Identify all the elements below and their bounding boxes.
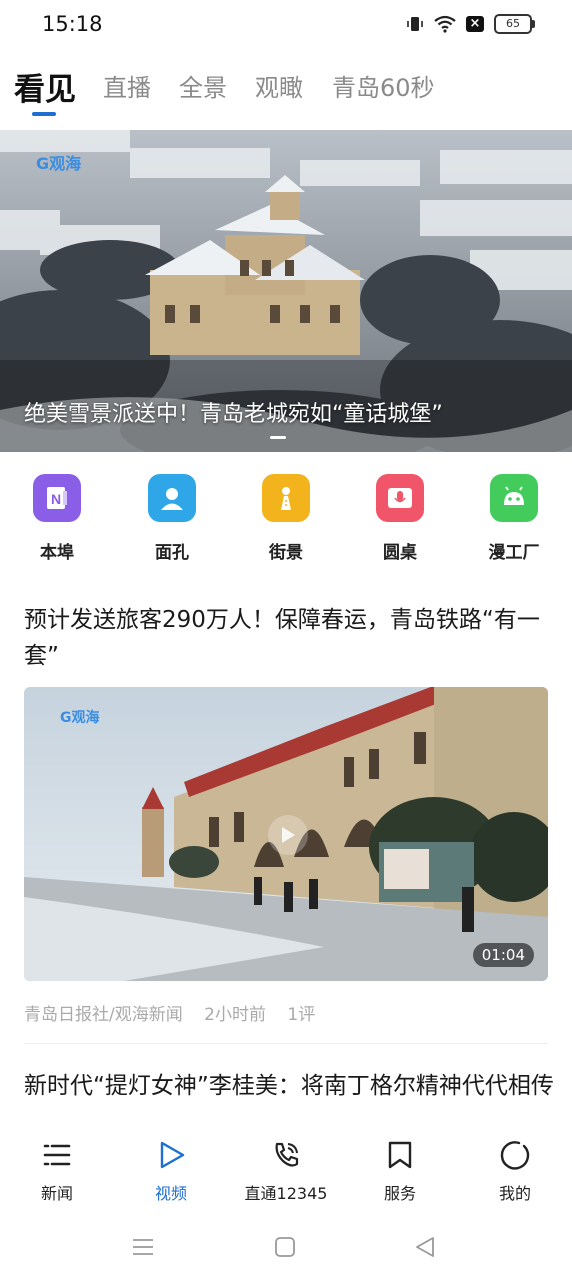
tab-aerial[interactable]: 观瞰 [255, 68, 303, 103]
vibrate-icon [407, 17, 423, 31]
bottom-nav: 新闻 视频 直通12345 服务 我的 [0, 1118, 572, 1218]
quick-link-label: 本埠 [40, 543, 74, 563]
svg-text:N: N [51, 491, 61, 507]
video-watermark-logo: G观海 [60, 710, 100, 726]
microphone-icon [376, 474, 424, 522]
article-source: 青岛日报社/观海新闻 [24, 1005, 183, 1025]
quick-link-label: 漫工厂 [488, 543, 540, 563]
battery-icon: 65 [494, 14, 535, 34]
video-duration: 01:04 [472, 943, 534, 967]
hero-banner[interactable]: G观海 绝美雪景派送中！青岛老城宛如“童话城堡” [0, 130, 572, 452]
quick-link-label: 面孔 [155, 543, 189, 563]
menu-icon[interactable] [132, 1236, 154, 1258]
divider [24, 1043, 548, 1044]
article-title[interactable]: 预计发送旅客290万人！保障春运，青岛铁路“有一套” [24, 602, 554, 674]
profile-circle-icon [458, 1138, 572, 1172]
nav-label: 直通12345 [244, 1184, 328, 1203]
carousel-indicator [270, 436, 286, 439]
back-icon[interactable] [414, 1236, 436, 1258]
nav-label: 视频 [154, 1184, 187, 1203]
quick-link-label: 圆桌 [383, 543, 417, 563]
play-icon[interactable] [268, 815, 308, 855]
active-tab-indicator [32, 112, 56, 116]
article-title[interactable]: 新时代“提灯女神”李桂美：将南丁格尔精神代代相传 [24, 1068, 554, 1118]
no-sim-icon: × [466, 16, 484, 32]
top-tabs: 看见 直播 全景 观瞰 青岛60秒 [0, 62, 572, 122]
article-meta: 青岛日报社/观海新闻 2小时前 1评 [24, 1000, 331, 1025]
quick-link-streetview[interactable]: 街景 [236, 472, 336, 563]
nav-video[interactable]: 视频 [114, 1138, 228, 1204]
quick-links: N 本埠 面孔 街景 圆桌 漫工厂 [0, 472, 572, 572]
quick-link-roundtable[interactable]: 圆桌 [350, 472, 450, 563]
robot-icon [490, 474, 538, 522]
bookmark-icon [343, 1138, 457, 1172]
nav-label: 我的 [498, 1184, 531, 1203]
wifi-icon [434, 15, 456, 33]
person-icon [148, 474, 196, 522]
play-icon [114, 1138, 228, 1172]
news-list-icon [0, 1138, 114, 1172]
tab-panorama[interactable]: 全景 [179, 68, 227, 103]
nav-label: 新闻 [40, 1184, 73, 1203]
quick-link-comic-factory[interactable]: 漫工厂 [464, 472, 564, 563]
nav-news[interactable]: 新闻 [0, 1138, 114, 1204]
article-time: 2小时前 [204, 1005, 266, 1025]
phone-icon [229, 1138, 343, 1172]
nav-hotline-12345[interactable]: 直通12345 [229, 1138, 343, 1204]
home-icon[interactable] [274, 1236, 296, 1258]
status-bar: 15:18 × 65 [0, 0, 572, 50]
system-nav-bar [0, 1218, 572, 1280]
quick-link-label: 街景 [269, 543, 303, 563]
status-time: 15:18 [42, 12, 103, 36]
hero-caption: 绝美雪景派送中！青岛老城宛如“童话城堡” [24, 402, 443, 427]
quick-link-benbu[interactable]: N 本埠 [7, 472, 107, 563]
road-icon [262, 474, 310, 522]
note-icon: N [33, 474, 81, 522]
article-comments[interactable]: 1评 [287, 1005, 315, 1025]
nav-label: 服务 [383, 1184, 416, 1203]
video-thumbnail[interactable]: G观海 01:04 [24, 687, 548, 981]
tab-kanjian[interactable]: 看见 [14, 64, 76, 109]
tab-live[interactable]: 直播 [103, 68, 151, 103]
hero-watermark-logo: G观海 [36, 154, 82, 173]
status-icons: × 65 [406, 14, 535, 34]
nav-profile[interactable]: 我的 [458, 1138, 572, 1204]
tab-qingdao-60s[interactable]: 青岛60秒 [332, 68, 435, 103]
nav-services[interactable]: 服务 [343, 1138, 457, 1204]
quick-link-faces[interactable]: 面孔 [122, 472, 222, 563]
